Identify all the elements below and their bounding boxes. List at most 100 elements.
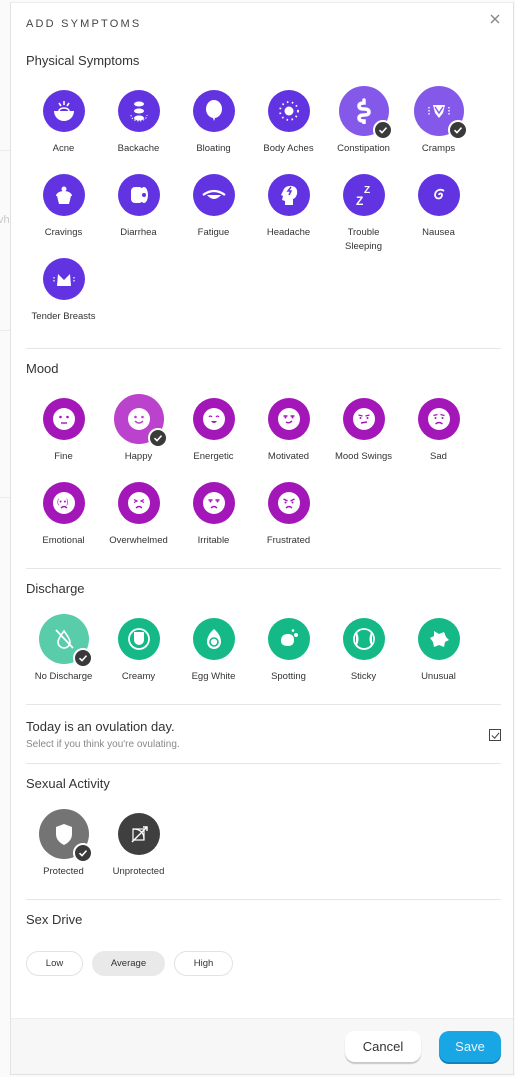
mood-grid: Fine Happy Energetic Motivated Mood Swings Sa… — [26, 394, 478, 562]
symptom-label: Cramps — [421, 143, 456, 154]
symptom-circle — [117, 618, 160, 660]
symptom-label: Creamy — [121, 671, 156, 682]
symptom-option-acne[interactable]: Acne — [26, 86, 101, 170]
symptom-label: Motivated — [267, 451, 310, 462]
symptom-icon-wrap — [264, 86, 314, 136]
irritable-face-icon — [202, 492, 225, 514]
symptom-label: Fatigue — [197, 227, 230, 238]
symptom-label: Trouble Sleeping — [345, 227, 382, 252]
symptom-option-overwhelmed[interactable]: Overwhelmed — [101, 478, 176, 562]
symptom-icon-wrap — [414, 394, 464, 444]
symptom-label: Bloating — [196, 143, 231, 154]
energetic-face-icon — [202, 408, 225, 430]
symptom-option-backache[interactable]: Backache — [101, 86, 176, 170]
sexual-activity-section: Sexual Activity Protected Unprotected — [26, 764, 501, 900]
symptom-icon-wrap — [39, 170, 89, 220]
symptom-option-sad[interactable]: Sad — [401, 394, 476, 478]
symptom-circle — [192, 482, 235, 524]
happy-face-icon — [127, 408, 150, 430]
symptom-icon-wrap: (• •) — [39, 478, 89, 528]
symptom-option-cravings[interactable]: Cravings — [26, 170, 101, 254]
fatigue-icon — [201, 189, 226, 199]
symptom-circle — [42, 90, 85, 132]
symptom-label: Nausea — [422, 227, 455, 238]
ovulation-row: Today is an ovulation day. Select if you… — [26, 705, 501, 764]
headache-icon — [280, 185, 297, 205]
symptom-option-trouble-sleeping[interactable]: Z Z Trouble Sleeping — [326, 170, 401, 254]
symptom-option-body-aches[interactable]: Body Aches — [251, 86, 326, 170]
symptom-option-bloating[interactable]: Bloating — [176, 86, 251, 170]
discharge-grid: No Discharge Creamy Egg White Spotting Stick… — [26, 614, 478, 698]
backdrop-divider — [0, 150, 10, 151]
symptom-option-happy[interactable]: Happy — [101, 394, 176, 478]
symptom-option-diarrhea[interactable]: Diarrhea — [101, 170, 176, 254]
symptom-label: Sticky — [350, 671, 377, 682]
symptom-circle — [42, 258, 85, 300]
symptom-option-protected[interactable]: Protected — [26, 809, 101, 893]
symptom-icon-wrap — [414, 614, 464, 664]
ovulation-checkbox[interactable] — [489, 729, 501, 741]
backdrop-partial-text: vh — [0, 214, 10, 226]
cravings-icon — [55, 186, 72, 204]
symptom-icon-wrap — [38, 614, 93, 668]
symptom-label: Mood Swings — [334, 451, 393, 462]
symptom-option-mood-swings[interactable]: Mood Swings — [326, 394, 401, 478]
sleep-icon: ZZ — [356, 185, 370, 208]
symptom-icon-wrap — [189, 86, 239, 136]
symptom-label: Happy — [124, 451, 153, 462]
cancel-button[interactable]: Cancel — [345, 1031, 421, 1062]
check-icon — [453, 127, 462, 134]
symptom-label: Headache — [266, 227, 311, 238]
symptom-circle — [117, 482, 160, 524]
symptom-option-irritable[interactable]: Irritable — [176, 478, 251, 562]
symptom-option-emotional[interactable]: (• •) Emotional — [26, 478, 101, 562]
symptom-option-cramps[interactable]: Cramps — [401, 86, 476, 170]
symptom-label: Sad — [430, 451, 447, 462]
symptom-option-frustrated[interactable]: Frustrated — [251, 478, 326, 562]
symptom-option-headache[interactable]: Headache — [251, 170, 326, 254]
symptom-label: Cravings — [44, 227, 83, 238]
symptom-icon-wrap — [114, 809, 164, 859]
selected-check-badge — [147, 428, 168, 448]
creamy-icon — [127, 628, 150, 650]
modal-title: ADD SYMPTOMS — [26, 18, 142, 30]
symptom-option-fatigue[interactable]: Fatigue — [176, 170, 251, 254]
mood-swings-face-icon — [352, 408, 375, 430]
symptom-option-spotting[interactable]: Spotting — [251, 614, 326, 698]
symptom-label: Backache — [117, 143, 160, 154]
symptom-option-motivated[interactable]: Motivated — [251, 394, 326, 478]
symptom-circle — [417, 174, 460, 216]
symptom-circle: (• •) — [42, 482, 85, 524]
symptom-label: Constipation — [337, 143, 390, 154]
shield-icon — [55, 824, 72, 845]
ovulation-subtitle: Select if you think you're ovulating. — [26, 739, 180, 750]
symptom-option-no-discharge[interactable]: No Discharge — [26, 614, 101, 698]
physical-symptoms-grid: Acne Backache Bloating Body Aches Constipati… — [26, 86, 478, 338]
symptom-label: Fine — [54, 451, 73, 462]
symptom-icon-wrap — [39, 254, 89, 304]
symptom-icon-wrap: ZZ — [339, 170, 389, 220]
sex-drive-average[interactable]: Average — [92, 951, 165, 976]
symptom-option-nausea[interactable]: Nausea — [401, 170, 476, 254]
fine-face-icon — [52, 408, 75, 430]
close-button[interactable] — [487, 11, 503, 27]
save-button[interactable]: Save — [439, 1031, 501, 1062]
selected-check-badge — [72, 648, 93, 668]
symptom-icon-wrap — [114, 86, 164, 136]
sex-drive-low[interactable]: Low — [26, 951, 83, 976]
symptom-option-unprotected[interactable]: Unprotected — [101, 809, 176, 893]
symptom-option-egg-white[interactable]: Egg White — [176, 614, 251, 698]
symptom-circle — [117, 813, 160, 855]
symptom-option-fine[interactable]: Fine — [26, 394, 101, 478]
symptom-option-sticky[interactable]: Sticky — [326, 614, 401, 698]
symptom-option-unusual[interactable]: Unusual — [401, 614, 476, 698]
symptom-option-creamy[interactable]: Creamy — [101, 614, 176, 698]
symptom-option-tender-breasts[interactable]: Tender Breasts — [26, 254, 101, 338]
symptom-option-constipation[interactable]: Constipation — [326, 86, 401, 170]
symptom-option-energetic[interactable]: Energetic — [176, 394, 251, 478]
symptom-icon-wrap — [113, 394, 168, 448]
symptom-label: Egg White — [191, 671, 236, 682]
symptom-icon-wrap — [114, 478, 164, 528]
symptom-label: Spotting — [271, 671, 306, 682]
sex-drive-high[interactable]: High — [174, 951, 233, 976]
